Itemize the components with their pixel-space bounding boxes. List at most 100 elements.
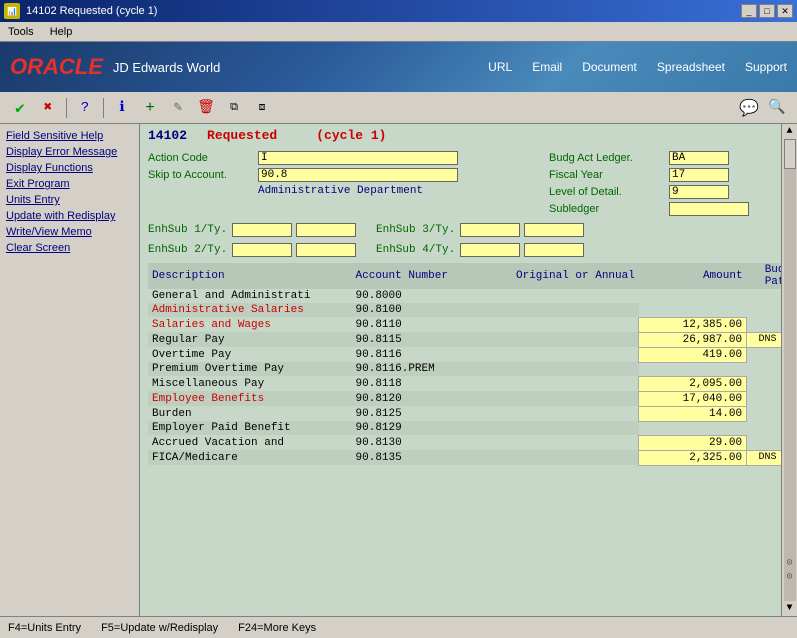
sidebar-display-error[interactable]: Display Error Message [0, 144, 139, 160]
cell-description: Salaries and Wages [148, 317, 352, 332]
oracle-red-text: ORACLE [10, 54, 103, 79]
table-row: Regular Pay 90.8115 26,987.00 DNS [148, 332, 789, 347]
add-button[interactable]: + [138, 96, 162, 120]
nav-email[interactable]: Email [532, 60, 562, 74]
form-header: 14102 Requested (cycle 1) [148, 128, 789, 143]
subledger-row: Subledger [549, 202, 789, 216]
enhsub1-ty-input[interactable] [296, 223, 356, 237]
cancel-button[interactable]: ✖ [36, 96, 60, 120]
level-detail-input[interactable] [669, 185, 729, 199]
cell-empty [495, 332, 639, 347]
enhsub2-input[interactable] [232, 243, 292, 257]
level-detail-label: Level of Detail. [549, 186, 669, 198]
scroll-up-btn[interactable]: ▲ [786, 126, 792, 137]
form-status: Requested (cycle 1) [207, 128, 386, 143]
enhsub3-label: EnhSub 3/Ty. [376, 224, 456, 236]
enhsub3-input[interactable] [460, 223, 520, 237]
cell-empty [495, 289, 639, 303]
cell-account: 90.8100 [352, 303, 496, 317]
cell-description: Administrative Salaries [148, 303, 352, 317]
cell-account: 90.8115 [352, 332, 496, 347]
skip-account-label: Skip to Account. [148, 169, 258, 181]
f24-key: F24=More Keys [238, 622, 316, 634]
enhsub4-ty-input[interactable] [524, 243, 584, 257]
sidebar: Field Sensitive Help Display Error Messa… [0, 124, 140, 616]
nav-support[interactable]: Support [745, 60, 787, 74]
delete-button[interactable]: 🗑 [194, 96, 218, 120]
cell-empty [495, 317, 639, 332]
sidebar-update-redisplay[interactable]: Update with Redisplay [0, 208, 139, 224]
fiscal-year-input[interactable] [669, 168, 729, 182]
sidebar-display-functions[interactable]: Display Functions [0, 160, 139, 176]
enhsub1-label: EnhSub 1/Ty. [148, 224, 228, 236]
cell-empty [495, 435, 639, 450]
cell-description: Miscellaneous Pay [148, 376, 352, 391]
data-table: Description Account Number Original or A… [148, 263, 789, 466]
chat-button[interactable]: 💬 [737, 96, 761, 120]
cell-description: FICA/Medicare [148, 450, 352, 465]
cell-empty [495, 303, 639, 317]
edit-button[interactable]: ✎ [166, 96, 190, 120]
menu-tools[interactable]: Tools [4, 25, 38, 39]
cell-description: Employee Benefits [148, 391, 352, 406]
scroll-down-btn[interactable]: ▼ [786, 603, 792, 614]
scroll-track[interactable]: ⊙ ⊙ [784, 139, 796, 601]
f4-key: F4=Units Entry [8, 622, 81, 634]
title-text: 14102 Requested (cycle 1) [26, 5, 157, 17]
cell-amount: 26,987.00 [639, 332, 747, 347]
cell-account: 90.8120 [352, 391, 496, 406]
col-account: Account Number [352, 263, 496, 289]
ok-button[interactable]: ✔ [8, 96, 32, 120]
cell-account: 90.8125 [352, 406, 496, 421]
cell-amount: 12,385.00 [639, 317, 747, 332]
cell-amount: 419.00 [639, 347, 747, 362]
enhsub1-input[interactable] [232, 223, 292, 237]
maximize-button[interactable]: □ [759, 4, 775, 18]
search-button[interactable]: 🔍 [765, 96, 789, 120]
sidebar-write-view-memo[interactable]: Write/View Memo [0, 224, 139, 240]
jde-text: JD Edwards World [113, 60, 220, 75]
cell-amount: 29.00 [639, 435, 747, 450]
scrollbar[interactable]: ▲ ⊙ ⊙ ▼ [781, 124, 797, 616]
info-button[interactable]: ℹ [110, 96, 134, 120]
nav-document[interactable]: Document [582, 60, 637, 74]
subledger-input[interactable] [669, 202, 749, 216]
action-code-label: Action Code [148, 152, 258, 164]
sidebar-clear-screen[interactable]: Clear Screen [0, 240, 139, 256]
enhsub3-ty-input[interactable] [524, 223, 584, 237]
table-row: FICA/Medicare 90.8135 2,325.00 DNS [148, 450, 789, 465]
cell-amount: 2,325.00 [639, 450, 747, 465]
cell-account: 90.8135 [352, 450, 496, 465]
minimize-button[interactable]: _ [741, 4, 757, 18]
table-row: Employee Benefits 90.8120 17,040.00 [148, 391, 789, 406]
cell-amount [639, 289, 747, 303]
content-area: 14102 Requested (cycle 1) Action Code Sk… [140, 124, 797, 616]
enhsub4-input[interactable] [460, 243, 520, 257]
fiscal-year-label: Fiscal Year [549, 169, 669, 181]
help-button[interactable]: ? [73, 96, 97, 120]
sidebar-exit-program[interactable]: Exit Program [0, 176, 139, 192]
cell-amount [639, 421, 747, 435]
paste-button[interactable]: ⧈ [250, 96, 274, 120]
enhsub2-ty-input[interactable] [296, 243, 356, 257]
menu-help[interactable]: Help [46, 25, 77, 39]
action-code-row: Action Code [148, 151, 519, 165]
action-code-input[interactable] [258, 151, 458, 165]
nav-url[interactable]: URL [488, 60, 512, 74]
table-row: Salaries and Wages 90.8110 12,385.00 [148, 317, 789, 332]
skip-account-input[interactable] [258, 168, 458, 182]
sidebar-field-sensitive-help[interactable]: Field Sensitive Help [0, 128, 139, 144]
cell-account: 90.8000 [352, 289, 496, 303]
scroll-thumb[interactable] [784, 139, 796, 169]
budg-act-input[interactable] [669, 151, 729, 165]
close-button[interactable]: ✕ [777, 4, 793, 18]
sidebar-units-entry[interactable]: Units Entry [0, 192, 139, 208]
cell-empty [495, 347, 639, 362]
status-bar: F4=Units Entry F5=Update w/Redisplay F24… [0, 616, 797, 638]
nav-spreadsheet[interactable]: Spreadsheet [657, 60, 725, 74]
table-row: Employer Paid Benefit 90.8129 [148, 421, 789, 435]
scroll-circle-down[interactable]: ⊙ [786, 571, 792, 583]
scroll-circle-up[interactable]: ⊙ [786, 557, 792, 569]
title-bar: 📊 14102 Requested (cycle 1) _ □ ✕ [0, 0, 797, 22]
copy-button[interactable]: ⧉ [222, 96, 246, 120]
